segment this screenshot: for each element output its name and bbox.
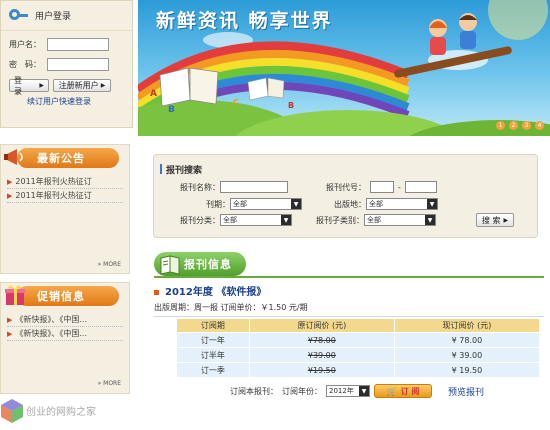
divider [154,276,544,278]
banner-title: 新鲜资讯 畅享世界 [156,10,333,32]
password-label: 密 码： [9,60,41,69]
price-table: 订阅期 原订阅价 (元) 现订阅价 (元) 订一年 ¥78.00 ¥ 78.00… [176,318,541,378]
column-header: 现订阅价 (元) [393,318,541,333]
search-button-label: 搜 索 [481,215,501,225]
register-button-label: 注册新用户 [58,81,99,90]
period-label: 刊期： [206,199,230,209]
code-input-start[interactable] [370,181,394,193]
place-select[interactable]: 全部 ▼ [366,198,438,210]
notice-more-link[interactable]: » MORE [98,261,121,268]
name-input[interactable] [220,181,288,193]
promo-more-link[interactable]: » MORE [98,380,121,387]
username-input[interactable] [47,38,109,51]
login-button-label: 登 录 [14,75,30,96]
code-label: 报刊代号： [326,182,366,192]
preview-link[interactable]: 预览报刊 [448,385,484,398]
notice-item[interactable]: ▶ 2011年报刊火热征订 [7,189,123,203]
category-select[interactable]: 全部 ▼ [220,214,292,226]
gift-icon [5,285,25,305]
year-select[interactable]: 2012年 ▼ [326,385,370,397]
table-row: 订一年 ¥78.00 ¥ 78.00 [176,332,541,348]
cart-icon: 🛒 [386,386,397,396]
svg-text:B: B [168,105,175,115]
subscription-tab-label: 报刊信息 [184,258,232,271]
subcategory-select[interactable]: 全部 ▼ [364,214,436,226]
svg-text:A: A [150,89,157,99]
banner-dot-4[interactable]: 4 [535,121,544,130]
login-header: 用户登录 [1,1,132,31]
login-title: 用户登录 [35,12,72,22]
name-label: 报刊名称： [180,182,220,192]
period-select[interactable]: 全部 ▼ [230,198,302,210]
search-panel: 报刊搜索 报刊名称： 报刊代号： - 刊期： 全部 ▼ 出版地： 全部 ▼ 报刊分类… [153,154,538,238]
issue-info: 出版周期：周一报 订阅单价：￥1.50 元/期 [154,302,544,317]
watermark-logo [1,399,23,423]
subcategory-label: 报刊子类别： [316,215,364,225]
table-row: 订一季 ¥19.50 ¥ 19.50 [176,362,541,378]
hero-banner: A B C B 新鲜资讯 畅享世界 1 2 3 4 [138,0,550,136]
watermark: 创业的网购之家 [26,407,96,418]
search-title: 报刊搜索 [159,163,202,176]
promo-item[interactable]: ▶ 《新快报》、《中国... [7,327,123,341]
column-header: 原订阅价 (元) [248,318,395,333]
promo-title: 促销信息 [17,286,119,306]
category-label: 报刊分类： [180,215,220,225]
bullet-icon [154,289,159,295]
username-label: 用户名： [9,40,41,49]
login-button[interactable]: 登 录 ▶ [9,76,49,96]
order-button[interactable]: 🛒 订 阅 [374,384,432,398]
login-panel: 用户登录 用户名： 密 码： 登 录 ▶ 注册新用户 ▶ 续订用户快速登录 [0,0,133,128]
column-header: 订阅期 [176,318,250,333]
password-input[interactable] [47,58,109,71]
banner-dot-1[interactable]: 1 [496,121,505,130]
subscription-tab: 报刊信息 [154,252,246,276]
renew-login-link[interactable]: 续订用户快速登录 [27,96,132,107]
promo-item[interactable]: ▶ 《新快报》、《中国... [7,313,123,327]
order-row: 订阅本报刊： 订阅年份： 2012年 ▼ 🛒 订 阅 预览报刊 [230,384,484,398]
year-label: 订阅年份： [282,386,322,396]
notice-panel: 最新公告 ▶ 2011年报刊火热征订 ▶ 2011年报刊火热征订 » MORE [0,144,130,274]
key-icon [7,7,29,25]
book-icon [160,255,180,275]
table-row: 订半年 ¥39.00 ¥ 39.00 [176,347,541,363]
newspaper-title: 2012年度 《软件报》 [154,283,266,298]
banner-pager: 1 2 3 4 [496,121,544,130]
svg-text:B: B [288,101,294,110]
search-button[interactable]: 搜 索 ▶ [476,213,514,227]
notice-item[interactable]: ▶ 2011年报刊火热征订 [7,175,123,189]
notice-title: 最新公告 [17,148,119,168]
place-label: 出版地： [334,199,366,209]
svg-text:C: C [233,98,239,107]
banner-dot-2[interactable]: 2 [509,121,518,130]
order-label: 订阅本报刊： [230,386,278,396]
code-input-end[interactable] [404,181,437,193]
banner-dot-3[interactable]: 3 [522,121,531,130]
register-button[interactable]: 注册新用户 ▶ [53,79,111,92]
promo-panel: 促销信息 ▶ 《新快报》、《中国... ▶ 《新快报》、《中国... » MORE [0,282,130,394]
megaphone-icon [4,149,23,165]
